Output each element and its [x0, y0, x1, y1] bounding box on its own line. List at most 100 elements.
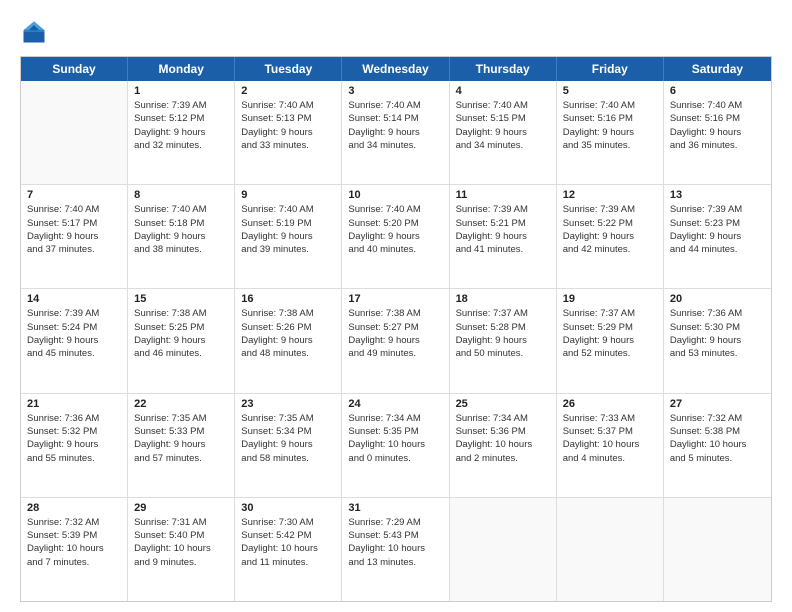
cell-line: Sunrise: 7:32 AM [27, 516, 121, 529]
cell-line: and 36 minutes. [670, 139, 765, 152]
day-number: 6 [670, 85, 765, 97]
calendar-header-row: SundayMondayTuesdayWednesdayThursdayFrid… [21, 57, 771, 81]
day-number: 16 [241, 293, 335, 305]
cell-line: and 9 minutes. [134, 556, 228, 569]
cell-line: Daylight: 9 hours [456, 230, 550, 243]
day-number: 22 [134, 398, 228, 410]
day-number: 21 [27, 398, 121, 410]
cell-line: Sunset: 5:25 PM [134, 321, 228, 334]
cell-line: Daylight: 10 hours [27, 542, 121, 555]
cell-line: Sunset: 5:26 PM [241, 321, 335, 334]
calendar-cell-day-4: 4Sunrise: 7:40 AMSunset: 5:15 PMDaylight… [450, 81, 557, 184]
cell-line: and 11 minutes. [241, 556, 335, 569]
cell-line: Sunrise: 7:40 AM [27, 203, 121, 216]
weekday-header-monday: Monday [128, 57, 235, 81]
cell-line: and 44 minutes. [670, 243, 765, 256]
day-number: 9 [241, 189, 335, 201]
cell-line: Sunset: 5:19 PM [241, 217, 335, 230]
calendar-cell-day-25: 25Sunrise: 7:34 AMSunset: 5:36 PMDayligh… [450, 394, 557, 497]
cell-line: Daylight: 9 hours [456, 126, 550, 139]
calendar-row-1: 7Sunrise: 7:40 AMSunset: 5:17 PMDaylight… [21, 185, 771, 289]
cell-line: Sunset: 5:38 PM [670, 425, 765, 438]
cell-line: Sunset: 5:16 PM [670, 112, 765, 125]
cell-line: and 46 minutes. [134, 347, 228, 360]
cell-line: and 40 minutes. [348, 243, 442, 256]
cell-line: and 34 minutes. [348, 139, 442, 152]
cell-line: Daylight: 9 hours [563, 126, 657, 139]
cell-line: and 2 minutes. [456, 452, 550, 465]
day-number: 3 [348, 85, 442, 97]
day-number: 13 [670, 189, 765, 201]
cell-line: Sunset: 5:17 PM [27, 217, 121, 230]
cell-line: Daylight: 9 hours [27, 438, 121, 451]
calendar-cell-day-5: 5Sunrise: 7:40 AMSunset: 5:16 PMDaylight… [557, 81, 664, 184]
cell-line: and 35 minutes. [563, 139, 657, 152]
day-number: 28 [27, 502, 121, 514]
cell-line: Sunrise: 7:39 AM [670, 203, 765, 216]
cell-line: Sunset: 5:37 PM [563, 425, 657, 438]
day-number: 18 [456, 293, 550, 305]
cell-line: Daylight: 9 hours [134, 334, 228, 347]
cell-line: Daylight: 9 hours [27, 334, 121, 347]
cell-line: Daylight: 9 hours [241, 126, 335, 139]
cell-line: Sunset: 5:15 PM [456, 112, 550, 125]
cell-line: Sunrise: 7:40 AM [563, 99, 657, 112]
day-number: 20 [670, 293, 765, 305]
cell-line: and 32 minutes. [134, 139, 228, 152]
calendar-cell-empty [21, 81, 128, 184]
cell-line: and 13 minutes. [348, 556, 442, 569]
calendar-cell-day-3: 3Sunrise: 7:40 AMSunset: 5:14 PMDaylight… [342, 81, 449, 184]
cell-line: Daylight: 9 hours [563, 230, 657, 243]
calendar-cell-day-29: 29Sunrise: 7:31 AMSunset: 5:40 PMDayligh… [128, 498, 235, 601]
calendar-cell-day-18: 18Sunrise: 7:37 AMSunset: 5:28 PMDayligh… [450, 289, 557, 392]
calendar-cell-day-26: 26Sunrise: 7:33 AMSunset: 5:37 PMDayligh… [557, 394, 664, 497]
logo-icon [20, 18, 48, 46]
cell-line: Sunset: 5:39 PM [27, 529, 121, 542]
cell-line: and 48 minutes. [241, 347, 335, 360]
cell-line: Sunrise: 7:30 AM [241, 516, 335, 529]
cell-line: Daylight: 9 hours [670, 334, 765, 347]
calendar-cell-day-21: 21Sunrise: 7:36 AMSunset: 5:32 PMDayligh… [21, 394, 128, 497]
cell-line: Sunset: 5:43 PM [348, 529, 442, 542]
cell-line: Sunrise: 7:40 AM [241, 203, 335, 216]
cell-line: Daylight: 9 hours [456, 334, 550, 347]
calendar-cell-day-30: 30Sunrise: 7:30 AMSunset: 5:42 PMDayligh… [235, 498, 342, 601]
day-number: 23 [241, 398, 335, 410]
cell-line: Sunset: 5:32 PM [27, 425, 121, 438]
calendar-row-0: 1Sunrise: 7:39 AMSunset: 5:12 PMDaylight… [21, 81, 771, 185]
weekday-header-thursday: Thursday [450, 57, 557, 81]
calendar-cell-day-28: 28 Sunrise: 7:32 AMSunset: 5:39 PMDayligh… [21, 498, 128, 601]
header [20, 18, 772, 46]
day-number: 8 [134, 189, 228, 201]
cell-line: Daylight: 9 hours [134, 126, 228, 139]
cell-line: Sunset: 5:16 PM [563, 112, 657, 125]
weekday-header-saturday: Saturday [664, 57, 771, 81]
cell-line: and 39 minutes. [241, 243, 335, 256]
calendar-cell-day-12: 12Sunrise: 7:39 AMSunset: 5:22 PMDayligh… [557, 185, 664, 288]
cell-line: Sunset: 5:22 PM [563, 217, 657, 230]
cell-line: and 4 minutes. [563, 452, 657, 465]
cell-line: Daylight: 10 hours [563, 438, 657, 451]
cell-line: Sunrise: 7:40 AM [134, 203, 228, 216]
day-number: 2 [241, 85, 335, 97]
cell-line: Daylight: 10 hours [348, 542, 442, 555]
cell-line: Sunrise: 7:38 AM [134, 307, 228, 320]
cell-line: and 41 minutes. [456, 243, 550, 256]
cell-line: Sunrise: 7:40 AM [348, 99, 442, 112]
cell-line: Sunset: 5:29 PM [563, 321, 657, 334]
cell-line: Daylight: 9 hours [670, 126, 765, 139]
calendar-cell-day-11: 11Sunrise: 7:39 AMSunset: 5:21 PMDayligh… [450, 185, 557, 288]
cell-line: and 0 minutes. [348, 452, 442, 465]
cell-line: Daylight: 10 hours [456, 438, 550, 451]
calendar-cell-empty [664, 498, 771, 601]
calendar-cell-day-2: 2Sunrise: 7:40 AMSunset: 5:13 PMDaylight… [235, 81, 342, 184]
day-number: 27 [670, 398, 765, 410]
cell-line: and 38 minutes. [134, 243, 228, 256]
cell-line: Sunrise: 7:34 AM [348, 412, 442, 425]
cell-line: Sunset: 5:36 PM [456, 425, 550, 438]
calendar-row-3: 21Sunrise: 7:36 AMSunset: 5:32 PMDayligh… [21, 394, 771, 498]
cell-line: and 55 minutes. [27, 452, 121, 465]
calendar-cell-day-1: 1Sunrise: 7:39 AMSunset: 5:12 PMDaylight… [128, 81, 235, 184]
cell-line: Daylight: 10 hours [241, 542, 335, 555]
cell-line: Sunrise: 7:35 AM [241, 412, 335, 425]
